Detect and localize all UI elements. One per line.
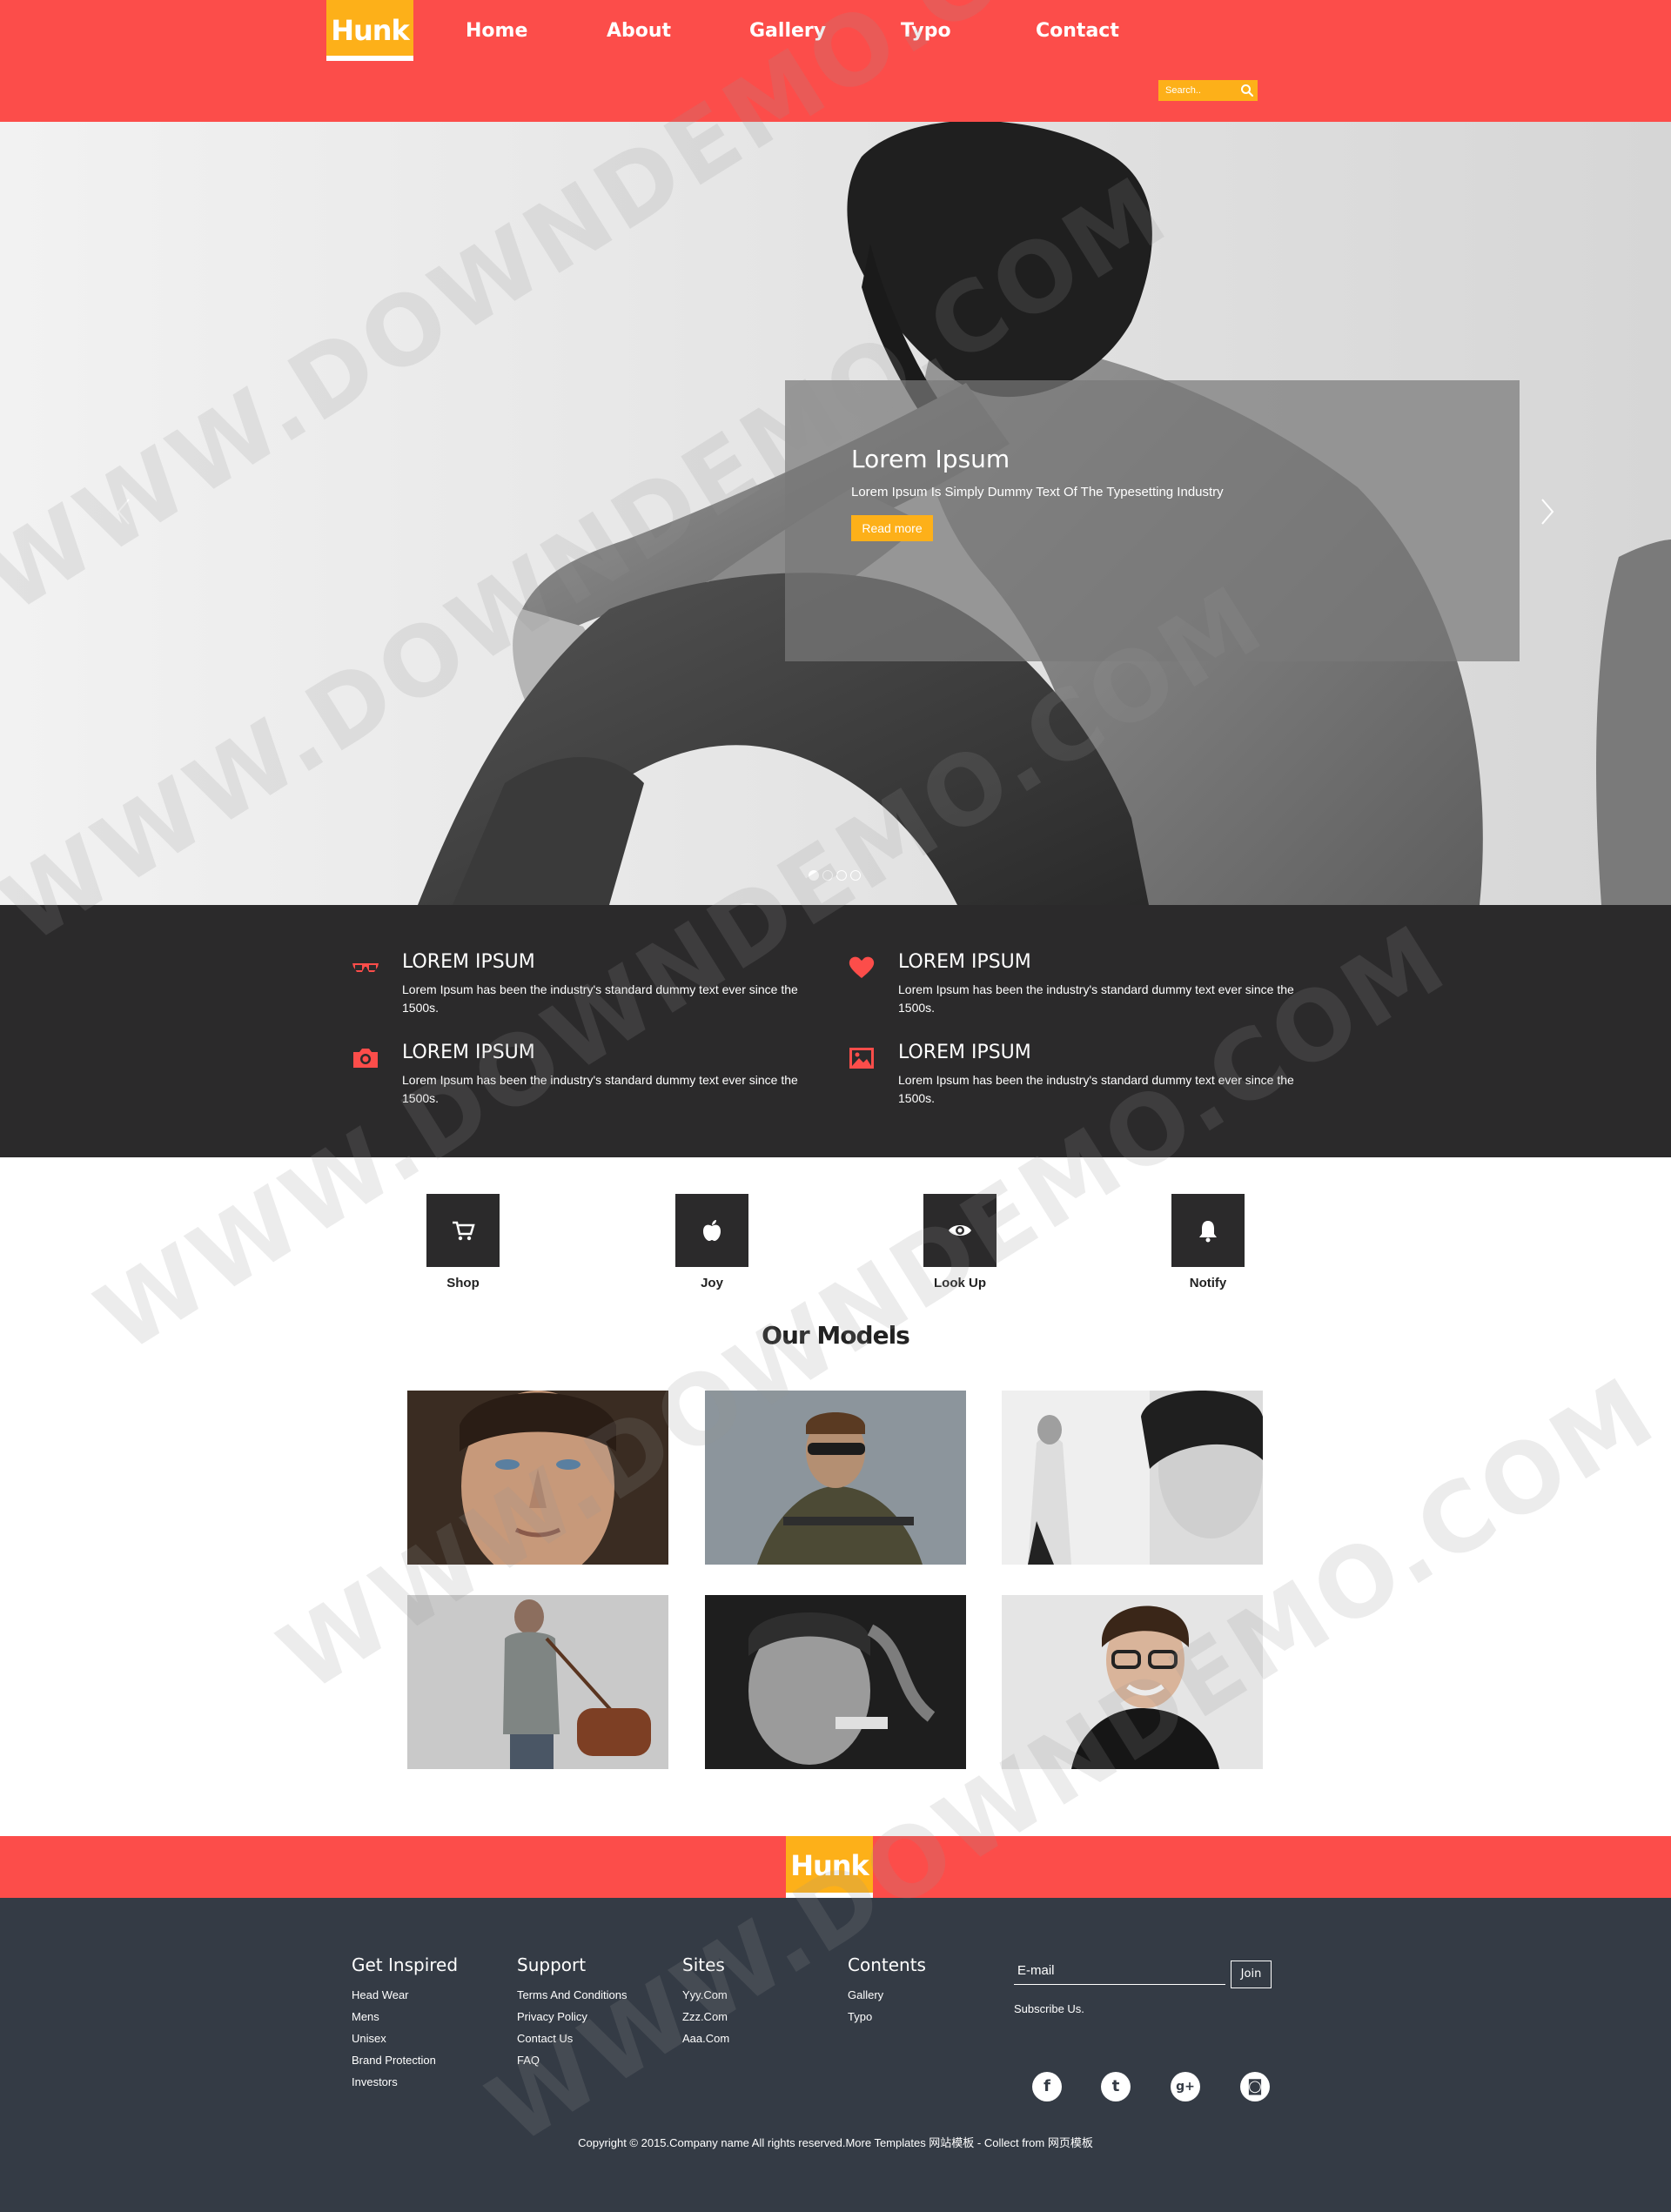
bell-icon [1199,1221,1217,1243]
copyright-text: Copyright © 2015.Company name All rights… [578,2136,1093,2149]
feature-text: Lorem Ipsum has been the industry's stan… [898,1073,1294,1105]
slide-dot[interactable] [809,870,819,881]
heart-icon [849,956,875,978]
service-label: Shop [446,1276,480,1290]
footer-link[interactable]: Gallery [848,1984,926,2006]
email-field[interactable] [1014,1957,1225,1985]
feature-text: Lorem Ipsum has been the industry's stan… [898,982,1294,1015]
footer-column: Sites Yyy.Com Zzz.Com Aaa.Com [682,1954,729,2049]
service-box [675,1194,748,1267]
footer-column-title: Support [517,1954,587,1975]
caption-text: Lorem Ipsum Is Simply Dummy Text Of The … [851,485,1224,499]
footer-link[interactable]: Zzz.Com [682,2006,729,2028]
footer-link[interactable]: Contact Us [517,2028,627,2049]
footer-link[interactable]: Investors [352,2071,458,2093]
feature-text: Lorem Ipsum has been the industry's stan… [402,1073,798,1105]
prev-arrow-icon[interactable] [113,494,134,529]
site-footer: Get Inspired Head Wear Mens Unisex Brand… [0,1898,1671,2212]
footer-link[interactable]: FAQ [517,2049,627,2071]
nav-gallery[interactable]: Gallery [749,16,826,47]
nav-about[interactable]: About [607,16,671,47]
instagram-icon[interactable]: ◙ [1240,2072,1270,2101]
caption-title: Lorem Ipsum [851,445,1010,473]
next-arrow-icon[interactable] [1537,494,1558,529]
footer-column: Support Terms And Conditions Privacy Pol… [517,1954,627,2071]
slide-dot[interactable] [822,870,833,881]
footer-logo[interactable]: Hunk [786,1836,873,1898]
footer-link[interactable]: Terms And Conditions [517,1984,627,2006]
slide-dot[interactable] [850,870,861,881]
site-header: Hunk Home About Gallery Typo Contact [0,0,1671,122]
section-title: Our Models [762,1321,910,1350]
nav-home[interactable]: Home [466,16,527,47]
service-box [426,1194,500,1267]
service-shop[interactable]: Shop [426,1194,500,1291]
service-label: Look Up [934,1276,986,1290]
footer-link[interactable]: Typo [848,2006,926,2028]
feature-text: Lorem Ipsum has been the industry's stan… [402,982,798,1015]
twitter-icon[interactable]: t [1101,2072,1131,2101]
nav-contact[interactable]: Contact [1036,16,1119,47]
subscribe-text: Subscribe Us. [1014,2002,1084,2015]
google-plus-glyph: g+ [1176,2080,1195,2094]
eye-icon [949,1225,971,1236]
service-joy[interactable]: Joy [675,1194,748,1291]
footer-link[interactable]: Brand Protection [352,2049,458,2071]
search-icon[interactable] [1240,84,1254,97]
slider-pagination [809,870,861,882]
search-box [1158,80,1258,101]
features-section: LOREM IPSUM Lorem Ipsum has been the ind… [0,905,1671,1157]
model-photo[interactable] [705,1595,966,1769]
twitter-glyph: t [1111,2077,1120,2095]
site-logo[interactable]: Hunk [326,0,413,61]
footer-column-title: Contents [848,1954,926,1975]
footer-link[interactable]: Head Wear [352,1984,458,2006]
google-plus-icon[interactable]: g+ [1171,2072,1200,2101]
model-photo[interactable] [407,1391,668,1565]
model-photo[interactable] [407,1595,668,1769]
cart-icon [453,1221,475,1241]
instagram-glyph: ◙ [1247,2077,1263,2095]
feature-title: LOREM IPSUM [898,1042,1031,1063]
search-input[interactable] [1158,80,1235,101]
service-label: Notify [1189,1276,1227,1290]
footer-column: Get Inspired Head Wear Mens Unisex Brand… [352,1954,458,2093]
facebook-icon[interactable]: f [1032,2072,1062,2101]
feature-title: LOREM IPSUM [402,1042,535,1063]
feature-title: LOREM IPSUM [898,951,1031,973]
apple-icon [703,1220,721,1241]
footer-link[interactable]: Privacy Policy [517,2006,627,2028]
model-photo[interactable] [1002,1595,1263,1769]
footer-column-title: Sites [682,1954,725,1975]
read-more-button[interactable]: Read more [851,515,933,541]
nav-typo[interactable]: Typo [901,16,951,47]
service-box [1171,1194,1245,1267]
footer-link[interactable]: Unisex [352,2028,458,2049]
feature-title: LOREM IPSUM [402,951,535,973]
camera-icon [353,1049,378,1068]
model-photo[interactable] [1002,1391,1263,1565]
service-box [923,1194,997,1267]
hero-slider: Lorem Ipsum Lorem Ipsum Is Simply Dummy … [0,122,1671,905]
model-photo[interactable] [705,1391,966,1565]
footer-link[interactable]: Aaa.Com [682,2028,729,2049]
service-label: Joy [701,1276,723,1290]
slide-dot[interactable] [836,870,847,881]
service-notify[interactable]: Notify [1171,1194,1245,1291]
footer-link[interactable]: Mens [352,2006,458,2028]
footer-link[interactable]: Yyy.Com [682,1984,729,2006]
join-button[interactable]: Join [1231,1961,1272,1988]
footer-column-title: Get Inspired [352,1954,459,1975]
facebook-glyph: f [1044,2077,1050,2095]
picture-icon [849,1048,874,1069]
slide-caption: Lorem Ipsum Lorem Ipsum Is Simply Dummy … [785,380,1520,661]
footer-column: Contents Gallery Typo [848,1954,926,2028]
glasses-icon [352,963,379,972]
service-look-up[interactable]: Look Up [923,1194,997,1291]
